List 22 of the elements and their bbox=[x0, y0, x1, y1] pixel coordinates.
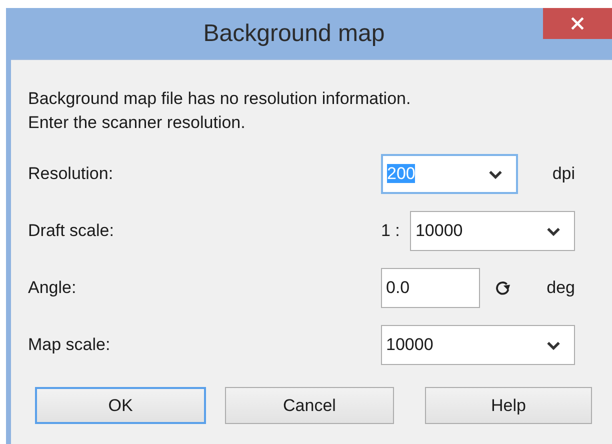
chevron-down-icon[interactable] bbox=[547, 226, 560, 236]
field-label: Angle: bbox=[28, 278, 78, 298]
combo-box[interactable]: 10000 bbox=[410, 211, 575, 251]
chevron-down-icon[interactable] bbox=[547, 340, 560, 350]
window-title: Background map bbox=[203, 19, 385, 49]
dialog-button[interactable]: Help bbox=[425, 387, 592, 424]
dialog-button[interactable]: Cancel bbox=[225, 387, 394, 424]
unit-label: deg bbox=[546, 278, 575, 298]
combo-box[interactable]: 10000 bbox=[381, 325, 575, 365]
close-icon[interactable] bbox=[571, 17, 584, 30]
unit-label: dpi bbox=[552, 164, 575, 184]
input-field[interactable]: 0.0 bbox=[381, 268, 480, 308]
field-label: Map scale: bbox=[28, 335, 112, 355]
rotate-icon[interactable] bbox=[494, 280, 511, 296]
chevron-down-icon[interactable] bbox=[489, 170, 502, 178]
close-button[interactable] bbox=[543, 8, 612, 39]
field-label: Resolution: bbox=[28, 164, 114, 184]
scale-prefix: 1 : bbox=[381, 221, 401, 241]
message-text: Enter the scanner resolution. bbox=[28, 112, 246, 134]
dialog-button[interactable]: OK bbox=[35, 387, 206, 424]
message-text: Background map file has no resolution information. bbox=[28, 88, 412, 110]
field-label: Draft scale: bbox=[28, 221, 115, 241]
